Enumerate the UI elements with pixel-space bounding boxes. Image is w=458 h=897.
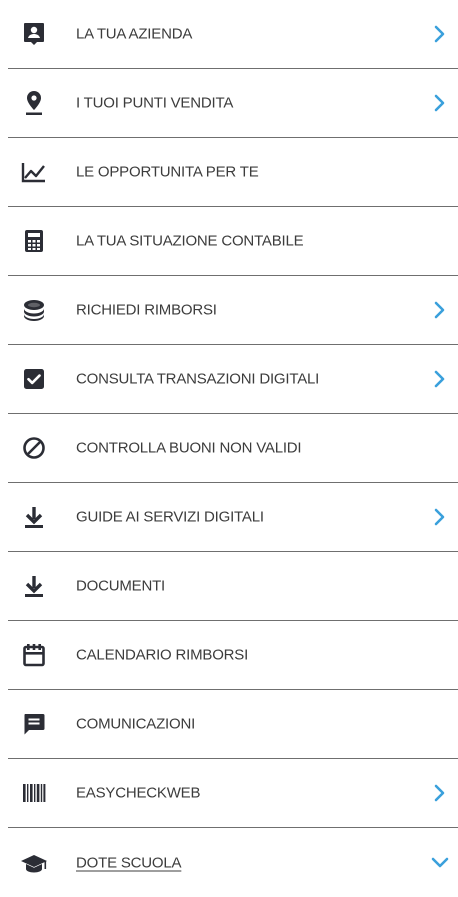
menu-item-label: COMUNICAZIONI <box>76 715 196 733</box>
trending-chart-icon <box>20 158 48 186</box>
menu-item-i-tuoi-punti-vendita[interactable]: I TUOI PUNTI VENDITA <box>8 69 458 138</box>
menu-item-le-opportunita-per-te[interactable]: LE OPPORTUNITA PER TE <box>8 138 458 207</box>
menu-item-la-tua-situazione-contabile[interactable]: LA TUA SITUAZIONE CONTABILE <box>8 207 458 276</box>
message-icon <box>20 710 48 738</box>
chevron-down-icon[interactable] <box>430 853 450 873</box>
menu-item-documenti[interactable]: DOCUMENTI <box>8 552 458 621</box>
block-icon <box>20 434 48 462</box>
menu-item-label: EASYCHECKWEB <box>76 784 201 802</box>
menu-item-label: DOCUMENTI <box>76 577 166 595</box>
menu-item-comunicazioni[interactable]: COMUNICAZIONI <box>8 690 458 759</box>
menu-item-label: LA TUA SITUAZIONE CONTABILE <box>76 232 304 250</box>
download-icon <box>20 572 48 600</box>
menu-item-label: RICHIEDI RIMBORSI <box>76 301 217 319</box>
calculator-icon <box>20 227 48 255</box>
menu-item-label: LE OPPORTUNITA PER TE <box>76 163 259 181</box>
menu-item-consulta-transazioni-digitali[interactable]: CONSULTA TRANSAZIONI DIGITALI <box>8 345 458 414</box>
chevron-right-icon[interactable] <box>430 300 450 320</box>
menu-item-label: CONTROLLA BUONI NON VALIDI <box>76 439 302 457</box>
menu-item-label: CALENDARIO RIMBORSI <box>76 646 249 664</box>
calendar-icon <box>20 641 48 669</box>
menu-item-label[interactable]: DOTE SCUOLA <box>76 854 182 871</box>
coins-icon <box>20 296 48 324</box>
chevron-right-icon[interactable] <box>430 93 450 113</box>
chevron-right-icon[interactable] <box>430 783 450 803</box>
chevron-right-icon[interactable] <box>430 507 450 527</box>
graduation-cap-icon <box>20 849 48 877</box>
barcode-icon <box>20 779 48 807</box>
side-menu: LA TUA AZIENDA I TUOI PUNTI VENDITA LE O… <box>8 0 458 897</box>
menu-item-la-tua-azienda[interactable]: LA TUA AZIENDA <box>8 0 458 69</box>
chevron-right-icon[interactable] <box>430 24 450 44</box>
menu-item-label: I TUOI PUNTI VENDITA <box>76 94 234 112</box>
menu-item-controlla-buoni-non-validi[interactable]: CONTROLLA BUONI NON VALIDI <box>8 414 458 483</box>
menu-item-dote-scuola[interactable]: DOTE SCUOLA <box>8 828 458 897</box>
menu-item-calendario-rimborsi[interactable]: CALENDARIO RIMBORSI <box>8 621 458 690</box>
chevron-right-icon[interactable] <box>430 369 450 389</box>
menu-item-guide-ai-servizi-digitali[interactable]: GUIDE AI SERVIZI DIGITALI <box>8 483 458 552</box>
menu-item-label: CONSULTA TRANSAZIONI DIGITALI <box>76 370 320 388</box>
account-box-icon <box>20 20 48 48</box>
menu-item-label: LA TUA AZIENDA <box>76 25 193 43</box>
menu-item-label: GUIDE AI SERVIZI DIGITALI <box>76 508 264 526</box>
checkbox-icon <box>20 365 48 393</box>
download-icon <box>20 503 48 531</box>
menu-item-richiedi-rimborsi[interactable]: RICHIEDI RIMBORSI <box>8 276 458 345</box>
menu-item-easycheckweb[interactable]: EASYCHECKWEB <box>8 759 458 828</box>
map-pin-icon <box>20 89 48 117</box>
